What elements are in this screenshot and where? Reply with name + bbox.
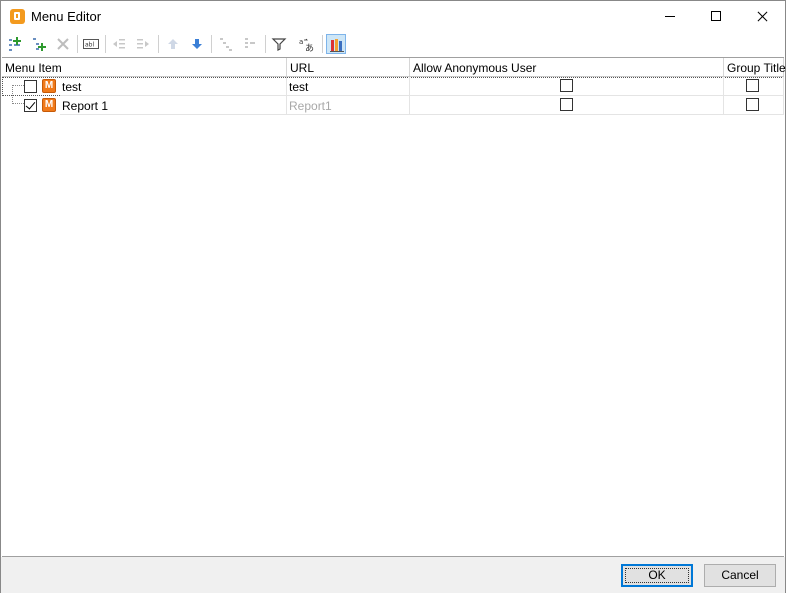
toolbar: abl aあ (1, 31, 785, 57)
menu-editor-window: Menu Editor abl a あ Menu Item URL Allow … (0, 0, 786, 593)
window-title: Menu Editor (31, 9, 102, 24)
allow-anonymous-cell (410, 77, 724, 96)
dialog-footer: OK Cancel (1, 557, 785, 593)
add-item-icon[interactable] (5, 34, 25, 54)
column-header-url[interactable]: URL (287, 58, 410, 76)
table-row[interactable]: M test test (2, 77, 784, 96)
group-title-checkbox[interactable] (746, 98, 759, 111)
move-down-icon[interactable] (187, 34, 207, 54)
allow-anonymous-checkbox[interactable] (560, 98, 573, 111)
url-cell[interactable]: Report1 (287, 96, 410, 115)
delete-icon[interactable] (53, 34, 73, 54)
row-visible-checkbox[interactable] (24, 99, 37, 112)
filter-icon[interactable] (269, 34, 289, 54)
cancel-button[interactable]: Cancel (704, 564, 776, 587)
translate-icon[interactable]: aあ (297, 34, 317, 54)
collapse-all-icon[interactable] (240, 34, 260, 54)
group-title-cell (724, 77, 784, 96)
group-title-cell (724, 96, 784, 115)
toolbar-separator (77, 35, 78, 53)
move-up-icon[interactable] (163, 34, 183, 54)
reports-icon[interactable] (326, 34, 346, 54)
column-header-allow-anonymous[interactable]: Allow Anonymous User (410, 58, 724, 76)
group-title-checkbox[interactable] (746, 79, 759, 92)
indent-icon[interactable] (133, 34, 153, 54)
outdent-icon[interactable] (109, 34, 129, 54)
minimize-button[interactable] (647, 1, 693, 31)
allow-anonymous-checkbox[interactable] (560, 79, 573, 92)
ok-button[interactable]: OK (621, 564, 693, 587)
toolbar-separator (105, 35, 106, 53)
expand-all-icon[interactable] (216, 34, 236, 54)
menu-item-icon: M (42, 98, 56, 112)
toolbar-separator (322, 35, 323, 53)
allow-anonymous-cell (410, 96, 724, 115)
close-button[interactable] (739, 1, 785, 31)
column-header-menu-item[interactable]: Menu Item (2, 58, 287, 76)
menu-item-icon: M (42, 79, 56, 93)
grid-header: Menu Item URL Allow Anonymous User Group… (2, 58, 786, 77)
app-logo-icon (10, 9, 25, 24)
menu-item-name[interactable]: test (60, 77, 287, 96)
row-visible-checkbox[interactable] (24, 80, 37, 93)
menu-item-name[interactable]: Report 1 (60, 96, 287, 115)
rename-icon[interactable]: abl (81, 34, 101, 54)
toolbar-separator (211, 35, 212, 53)
toolbar-separator (158, 35, 159, 53)
toolbar-separator (265, 35, 266, 53)
svg-text:a: a (299, 38, 303, 46)
column-header-group-title[interactable]: Group Title (724, 58, 786, 76)
add-child-item-icon[interactable] (29, 34, 49, 54)
table-row[interactable]: M Report 1 Report1 (2, 96, 784, 115)
title-bar: Menu Editor (1, 1, 785, 31)
menu-grid: Menu Item URL Allow Anonymous User Group… (2, 57, 786, 557)
maximize-button[interactable] (693, 1, 739, 31)
svg-text:あ: あ (305, 43, 314, 52)
url-cell[interactable]: test (287, 77, 410, 96)
svg-text:abl: abl (85, 42, 94, 49)
